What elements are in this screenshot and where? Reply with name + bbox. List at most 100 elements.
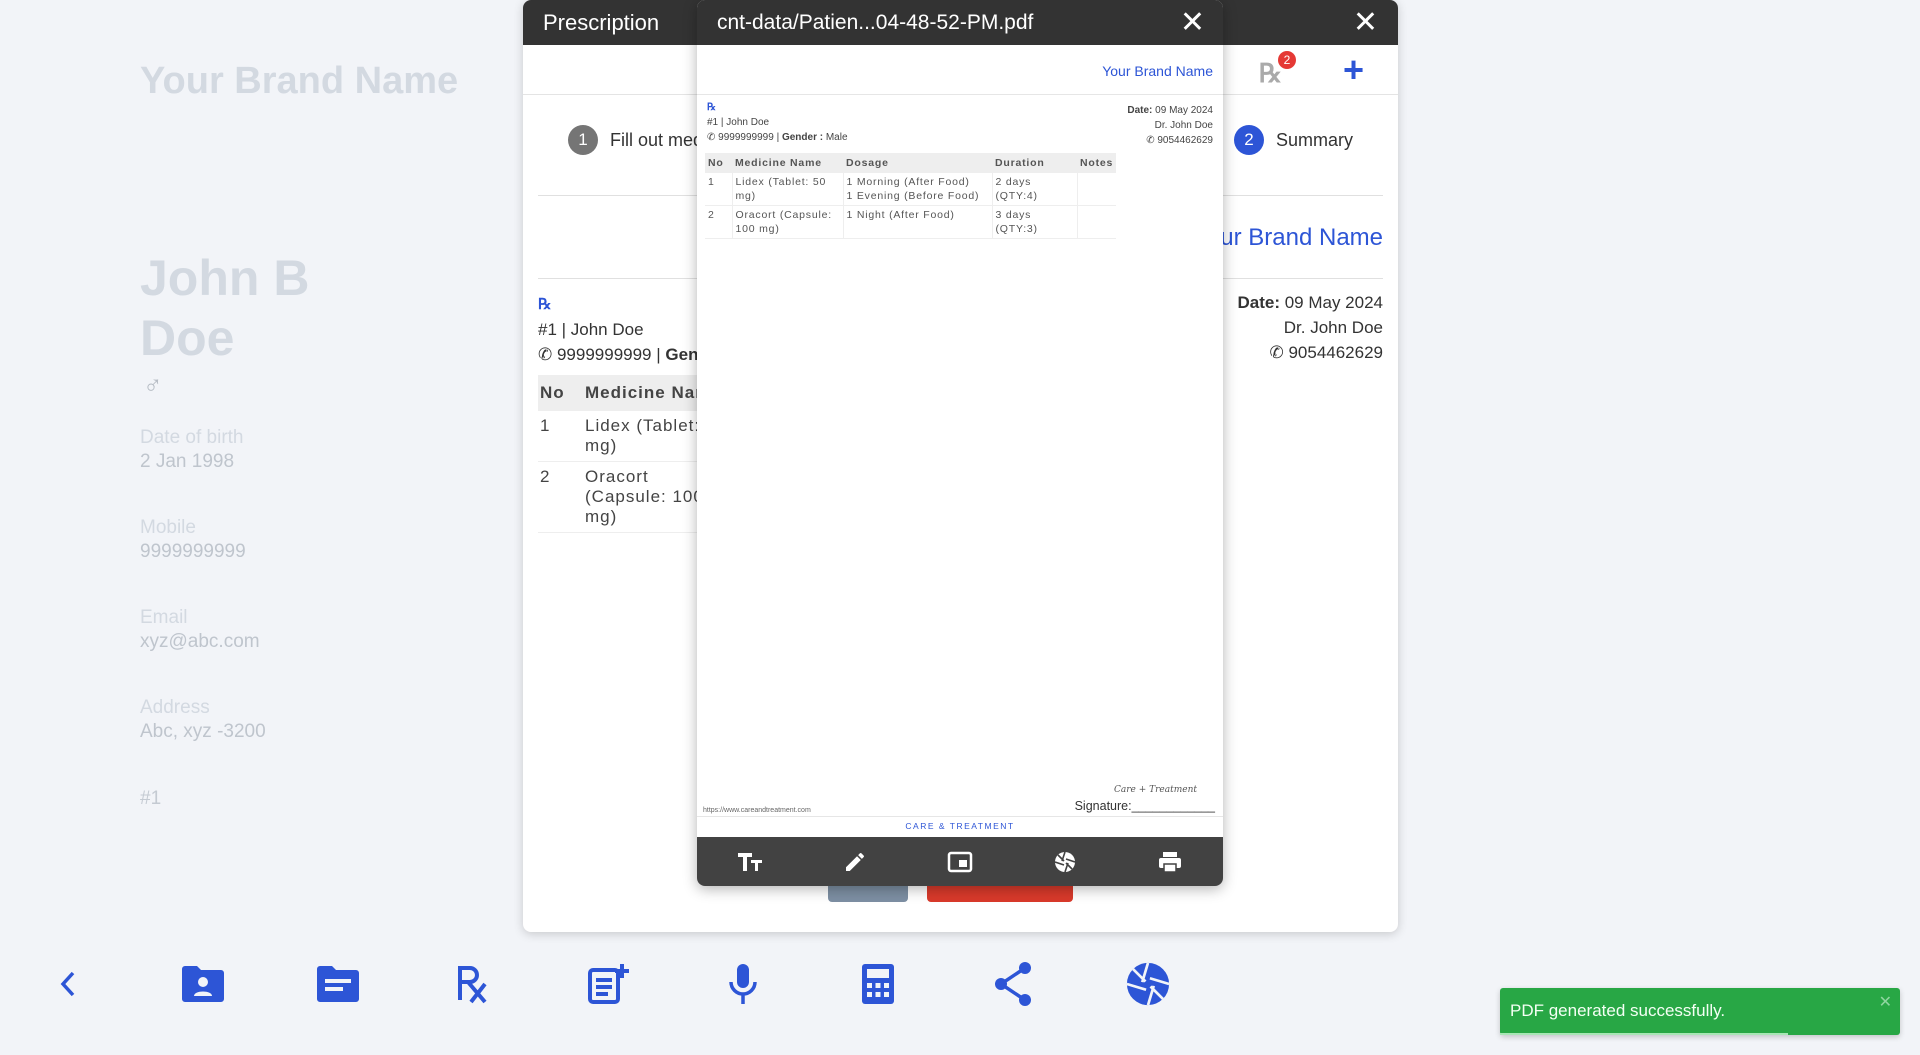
calculator-button[interactable] [854, 960, 902, 1008]
toast-message: PDF generated successfully. [1510, 1001, 1726, 1020]
pdf-toolbar [697, 837, 1223, 886]
prescription-button[interactable] [449, 960, 497, 1008]
mobile-value: 9999999999 [140, 541, 246, 562]
email-label: Email [140, 607, 188, 628]
cell-no: 1 [705, 173, 733, 206]
microphone-icon [729, 964, 757, 1004]
microphone-button[interactable] [719, 960, 767, 1008]
capture-button[interactable] [1045, 842, 1085, 882]
step-summary[interactable]: 2 Summary [1233, 125, 1353, 155]
date-line: Date: 09 May 2024 [1237, 290, 1383, 315]
address-label: Address [140, 697, 210, 718]
cell-medicine: Oracort (Capsule: 100 mg) [732, 205, 844, 239]
notes-folder-button[interactable] [314, 960, 362, 1008]
success-toast: PDF generated successfully. ✕ [1500, 988, 1900, 1035]
qty-line: (QTY:3) [995, 223, 1038, 235]
patient-line: #1 | John Doe [707, 117, 770, 128]
date-value: 09 May 2024 [1152, 105, 1213, 116]
email-field: Email xyz@abc.com [140, 607, 260, 653]
pdf-doctor-summary: Date: 09 May 2024 Dr. John Doe ✆ 9054462… [1127, 103, 1213, 148]
cell-notes [1077, 173, 1117, 206]
bottom-toolbar [0, 950, 1200, 1016]
share-icon [995, 962, 1031, 1006]
col-duration: Duration [992, 153, 1077, 173]
pencil-icon [845, 852, 864, 871]
pdf-brand: Your Brand Name [1102, 63, 1213, 79]
camera-shutter-icon [1054, 851, 1076, 872]
divider [697, 816, 1223, 817]
annotate-button[interactable] [835, 842, 875, 882]
notes-folder-icon [317, 966, 359, 1002]
pdf-patient-summary: ℞ #1 | John Doe ✆ 9999999999 | Gender : … [707, 100, 848, 145]
patient-folder-button[interactable] [179, 960, 227, 1008]
pdf-footer-url: https://www.careandtreatment.com [703, 807, 811, 814]
dob-value: 2 Jan 1998 [140, 451, 235, 472]
patient-folder-icon [182, 966, 224, 1002]
print-button[interactable] [1150, 842, 1190, 882]
add-note-button[interactable] [584, 960, 632, 1008]
doctor-phone-line: ✆ 9054462629 [1127, 133, 1213, 148]
phone-icon: ✆ [538, 345, 557, 364]
prescription-modal-title: Prescription [543, 9, 660, 35]
camera-shutter-icon [1126, 962, 1170, 1006]
text-size-icon [737, 852, 762, 871]
phone-icon: ✆ [707, 132, 719, 143]
address-field: Address Abc, xyz -3200 [140, 697, 266, 743]
pdf-viewer-modal: cnt-data/Patien...04-48-52-PM.pdf ✕ Your… [697, 0, 1223, 886]
patient-phone: 9999999999 | [718, 132, 782, 143]
table-row: 2 Oracort (Capsule: 100 mg) 1 Night (Aft… [705, 205, 1117, 239]
close-prescription-button[interactable]: ✕ [1353, 7, 1378, 38]
address-value: Abc, xyz -3200 [140, 721, 266, 742]
pdf-viewer-header: cnt-data/Patien...04-48-52-PM.pdf ✕ [697, 0, 1223, 45]
brand-name: Your Brand Name [140, 60, 459, 102]
text-size-button[interactable] [730, 842, 770, 882]
cell-dosage: 1 Morning (After Food) 1 Evening (Before … [843, 173, 993, 206]
close-pdf-button[interactable]: ✕ [1180, 7, 1205, 38]
cell-dosage: 1 Night (After Food) [843, 205, 993, 239]
dob-field: Date of birth 2 Jan 1998 [140, 427, 244, 473]
dosage-line: 1 Night (After Food) [846, 209, 955, 221]
back-button[interactable] [44, 960, 92, 1008]
cell-no: 1 [538, 411, 583, 462]
capture-app-button[interactable] [1124, 960, 1172, 1008]
col-no: No [705, 153, 732, 173]
toast-progress-bar [1500, 1033, 1788, 1035]
print-icon [1159, 851, 1182, 873]
col-dosage: Dosage [843, 153, 992, 173]
col-medicine: Medicine Name [732, 153, 843, 173]
email-value: xyz@abc.com [140, 631, 260, 652]
doctor-phone: 9054462629 [1288, 343, 1383, 362]
doctor-summary: Date: 09 May 2024 Dr. John Doe ✆ 9054462… [1237, 290, 1383, 365]
signature-image: Care + Treatment [1113, 785, 1197, 795]
patient-phone: 9999999999 | [556, 345, 666, 364]
pdf-footer-brand: CARE & TREATMENT [905, 821, 1015, 831]
prescription-count-badge: 2 [1278, 51, 1296, 69]
add-note-icon [588, 964, 629, 1004]
patient-name: John B Doe [140, 250, 310, 366]
date-label: Date: [1127, 105, 1153, 116]
col-no: No [538, 375, 583, 411]
phone-icon: ✆ [1146, 135, 1158, 146]
back-icon [60, 971, 75, 997]
date-label: Date: [1237, 293, 1280, 312]
mobile-field: Mobile 9999999999 [140, 517, 246, 563]
prescription-icon [458, 966, 487, 1004]
duration-line: 2 days [995, 176, 1032, 188]
pdf-file-title: cnt-data/Patien...04-48-52-PM.pdf [717, 10, 1034, 34]
signature-label: Signature:____________ [1074, 799, 1215, 813]
table-row: 1 Lidex (Tablet: 50 mg) 1 Morning (After… [705, 173, 1117, 206]
rx-icon: ℞ [707, 102, 716, 113]
dosage-line: 1 Morning (After Food) [846, 176, 970, 188]
phone-icon: ✆ [1269, 343, 1289, 362]
cell-no: 2 [538, 461, 583, 533]
picture-in-picture-button[interactable] [940, 842, 980, 882]
duration-line: 3 days [995, 209, 1032, 221]
doctor-name: Dr. John Doe [1283, 318, 1383, 337]
pdf-page: Your Brand Name ℞ #1 | John Doe ✆ 999999… [697, 45, 1223, 837]
toast-close-button[interactable]: ✕ [1879, 992, 1892, 1012]
cell-notes [1077, 205, 1117, 239]
add-prescription-button[interactable]: + [1343, 49, 1364, 91]
share-button[interactable] [989, 960, 1037, 1008]
dob-label: Date of birth [140, 427, 244, 448]
doctor-name: Dr. John Doe [1154, 120, 1213, 131]
